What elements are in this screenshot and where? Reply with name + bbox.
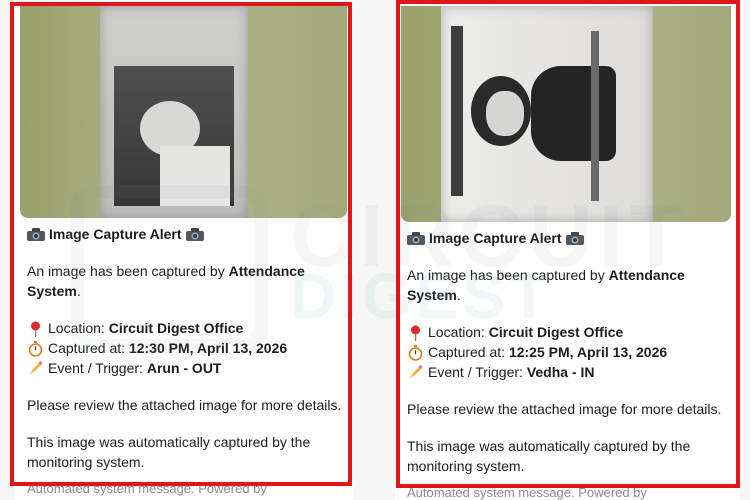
captured-at-line: Captured at: 12:25 PM, April 13, 2026: [407, 342, 729, 362]
alert-title-text: Image Capture Alert: [429, 230, 562, 246]
captured-photo-right[interactable]: [401, 6, 731, 222]
review-text: Please review the attached image for mor…: [27, 397, 342, 413]
auto-capture-text: This image was automatically captured by…: [407, 438, 691, 474]
footer-text: Automated system message. Powered by: [27, 481, 267, 496]
captured-at-line: Captured at: 12:30 PM, April 13, 2026: [27, 338, 347, 358]
location-line: Location: Circuit Digest Office: [27, 318, 347, 338]
captured-photo-left[interactable]: [20, 6, 347, 218]
event-line: Event / Trigger: Vedha - IN: [407, 362, 729, 382]
stopwatch-icon: [27, 340, 44, 357]
camera-icon: [27, 227, 45, 241]
email-body-left: Image Capture Alert An image has been ca…: [27, 224, 347, 472]
stopwatch-icon: [407, 344, 424, 361]
camera-icon: [185, 227, 204, 241]
location-line: Location: Circuit Digest Office: [407, 322, 729, 342]
auto-capture-text: This image was automatically captured by…: [27, 434, 311, 470]
map-pin-icon: [407, 324, 424, 341]
review-text: Please review the attached image for mor…: [407, 401, 722, 417]
alert-title: Image Capture Alert: [407, 228, 729, 248]
camera-icon: [565, 231, 584, 245]
email-body-right: Image Capture Alert An image has been ca…: [407, 228, 729, 476]
pencil-icon: [407, 364, 424, 381]
map-pin-icon: [27, 320, 44, 337]
intro-text: An image has been captured by Attendance…: [27, 263, 305, 299]
intro-text: An image has been captured by Attendance…: [407, 267, 685, 303]
pencil-icon: [27, 360, 44, 377]
alert-title: Image Capture Alert: [27, 224, 347, 244]
footer-text: Automated system message. Powered by: [407, 485, 647, 500]
event-line: Event / Trigger: Arun - OUT: [27, 358, 347, 378]
alert-title-text: Image Capture Alert: [49, 226, 182, 242]
camera-icon: [407, 231, 425, 245]
